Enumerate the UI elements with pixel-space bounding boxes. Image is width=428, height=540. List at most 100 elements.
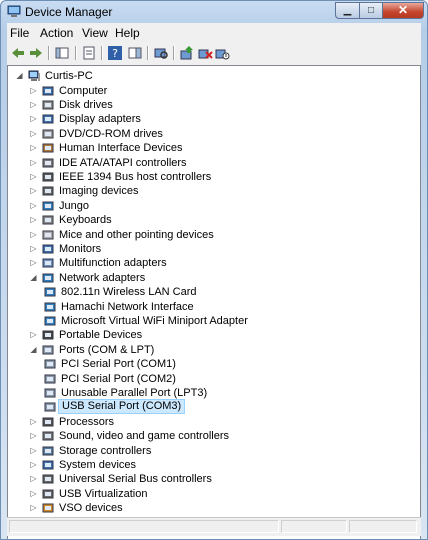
tree-category[interactable]: ▷ Sound, video and game controllers — [29, 429, 329, 443]
collapsed-triangle-icon[interactable]: ▷ — [29, 84, 38, 98]
tree-category[interactable]: ▷ DVD/CD-ROM drives — [29, 127, 329, 141]
tree-item-label: Imaging devices — [59, 185, 139, 198]
tree-item-label: Disk drives — [59, 98, 113, 111]
tree-category[interactable]: ▷ Portable Devices — [29, 328, 329, 342]
collapsed-triangle-icon[interactable]: ▷ — [29, 184, 38, 198]
tree-category[interactable]: ▷ Universal Serial Bus controllers — [29, 472, 329, 486]
tree-category[interactable]: ▷ Keyboards — [29, 213, 329, 227]
scan-hardware-icon[interactable] — [153, 45, 169, 61]
collapsed-triangle-icon[interactable]: ▷ — [29, 242, 38, 256]
tree-category[interactable]: ▷ Imaging devices — [29, 184, 329, 198]
uninstall-icon[interactable] — [197, 45, 213, 61]
tree-device-selected[interactable]: USB Serial Port (COM3) — [44, 399, 344, 415]
close-button[interactable]: ✕ — [382, 2, 424, 19]
tree-item-label: IEEE 1394 Bus host controllers — [59, 170, 212, 183]
menu-bar: File Action View Help — [7, 23, 421, 43]
tree-device[interactable]: 802.11n Wireless LAN Card — [44, 285, 344, 299]
tree-category[interactable]: ◢ Ports (COM & LPT) — [29, 343, 329, 357]
back-arrow-icon[interactable] — [10, 45, 26, 61]
tree-item-label: Monitors — [59, 242, 102, 255]
tree-device[interactable]: PCI Serial Port (COM2) — [44, 372, 344, 386]
tree-category[interactable]: ▷ Computer — [29, 84, 329, 98]
collapsed-triangle-icon[interactable]: ▷ — [29, 472, 38, 486]
tree-item-label: USB Virtualization — [59, 487, 148, 500]
collapsed-triangle-icon[interactable]: ▷ — [29, 127, 38, 141]
collapsed-triangle-icon[interactable]: ▷ — [29, 429, 38, 443]
tree-item-label: PCI Serial Port (COM2) — [61, 372, 176, 385]
collapsed-triangle-icon[interactable]: ▷ — [29, 458, 38, 472]
collapsed-triangle-icon[interactable]: ▷ — [29, 228, 38, 242]
tree-category[interactable]: ▷ IEEE 1394 Bus host controllers — [29, 170, 329, 184]
tree-item-label: Display adapters — [59, 113, 141, 126]
tree-category[interactable]: ▷ USB Virtualization — [29, 487, 329, 501]
tree-item-label: Hamachi Network Interface — [61, 300, 194, 313]
tree-device[interactable]: Unusable Parallel Port (LPT3) — [44, 386, 344, 400]
collapsed-triangle-icon[interactable]: ▷ — [29, 487, 38, 501]
show-hide-console-tree-icon[interactable] — [54, 45, 70, 61]
properties-icon[interactable] — [81, 45, 97, 61]
collapsed-triangle-icon[interactable]: ▷ — [29, 98, 38, 112]
collapsed-triangle-icon[interactable]: ▷ — [29, 170, 38, 184]
device-manager-window: Device Manager ▁ □ ✕ File Action View He… — [0, 0, 428, 540]
tree-category[interactable]: ▷ IDE ATA/ATAPI controllers — [29, 156, 329, 170]
menu-file[interactable]: File — [10, 26, 29, 40]
svg-text:?: ? — [112, 47, 118, 60]
collapsed-triangle-icon[interactable]: ▷ — [29, 213, 38, 227]
system-device-icon — [42, 460, 54, 470]
collapsed-triangle-icon[interactable]: ▷ — [29, 256, 38, 270]
collapsed-triangle-icon[interactable]: ▷ — [29, 501, 38, 515]
expanded-triangle-icon[interactable]: ◢ — [15, 69, 24, 83]
display-adapter-icon — [42, 114, 54, 124]
forward-arrow-icon[interactable] — [28, 45, 44, 61]
tree-category[interactable]: ▷ VSO devices — [29, 501, 329, 515]
status-pane-3 — [349, 520, 417, 533]
status-bar — [7, 517, 421, 536]
collapsed-triangle-icon[interactable]: ▷ — [29, 444, 38, 458]
help-icon[interactable]: ? — [107, 45, 123, 61]
expanded-triangle-icon[interactable]: ◢ — [29, 343, 38, 357]
collapsed-triangle-icon[interactable]: ▷ — [29, 199, 38, 213]
toolbar-separator — [75, 46, 77, 60]
tree-category[interactable]: ▷ Display adapters — [29, 112, 329, 126]
tree-category[interactable]: ▷ Disk drives — [29, 98, 329, 112]
client-area: File Action View Help ? ◢ Curtis-PC ▷ Co… — [7, 23, 421, 539]
disable-icon[interactable] — [214, 45, 230, 61]
tree-device[interactable]: Microsoft Virtual WiFi Miniport Adapter — [44, 314, 344, 328]
tree-category[interactable]: ▷ Storage controllers — [29, 444, 329, 458]
port-icon — [44, 359, 56, 369]
tree-root[interactable]: ◢ Curtis-PC — [15, 69, 135, 83]
device-tree[interactable]: ◢ Curtis-PC ▷ Computer ▷ Disk drives ▷ Displa… — [7, 65, 421, 539]
tree-device[interactable]: Hamachi Network Interface — [44, 300, 344, 314]
collapsed-triangle-icon[interactable]: ▷ — [29, 112, 38, 126]
menu-action[interactable]: Action — [40, 26, 73, 40]
tree-category[interactable]: ▷ Monitors — [29, 242, 329, 256]
menu-view[interactable]: View — [82, 26, 108, 40]
title-bar[interactable]: Device Manager ▁ □ ✕ — [1, 1, 427, 23]
tree-category[interactable]: ▷ Human Interface Devices — [29, 141, 329, 155]
tree-item-label: Processors — [59, 415, 115, 428]
menu-help[interactable]: Help — [115, 26, 140, 40]
action-pane-icon[interactable] — [127, 45, 143, 61]
collapsed-triangle-icon[interactable]: ▷ — [29, 415, 38, 429]
tree-device[interactable]: PCI Serial Port (COM1) — [44, 357, 344, 371]
minimize-button[interactable]: ▁ — [335, 2, 360, 19]
tree-category[interactable]: ▷ System devices — [29, 458, 329, 472]
toolbar: ? — [7, 43, 421, 63]
maximize-button[interactable]: □ — [359, 2, 383, 19]
collapsed-triangle-icon[interactable]: ▷ — [29, 156, 38, 170]
port-icon — [44, 402, 56, 412]
tree-category[interactable]: ▷ Multifunction adapters — [29, 256, 329, 270]
network-adapter-icon — [42, 273, 54, 283]
tree-item-label: USB Serial Port (COM3) — [58, 399, 186, 415]
tree-category[interactable]: ▷ Mice and other pointing devices — [29, 228, 329, 242]
device-manager-app-icon — [7, 5, 21, 17]
tree-item-label: Universal Serial Bus controllers — [59, 473, 212, 486]
tree-category[interactable]: ▷ Processors — [29, 415, 329, 429]
expanded-triangle-icon[interactable]: ◢ — [29, 271, 38, 285]
collapsed-triangle-icon[interactable]: ▷ — [29, 328, 38, 342]
tree-category[interactable]: ◢ Network adapters — [29, 271, 329, 285]
tree-item-label: Sound, video and game controllers — [59, 430, 229, 443]
tree-category[interactable]: ▷ Jungo — [29, 199, 329, 213]
update-driver-icon[interactable] — [179, 45, 195, 61]
collapsed-triangle-icon[interactable]: ▷ — [29, 141, 38, 155]
